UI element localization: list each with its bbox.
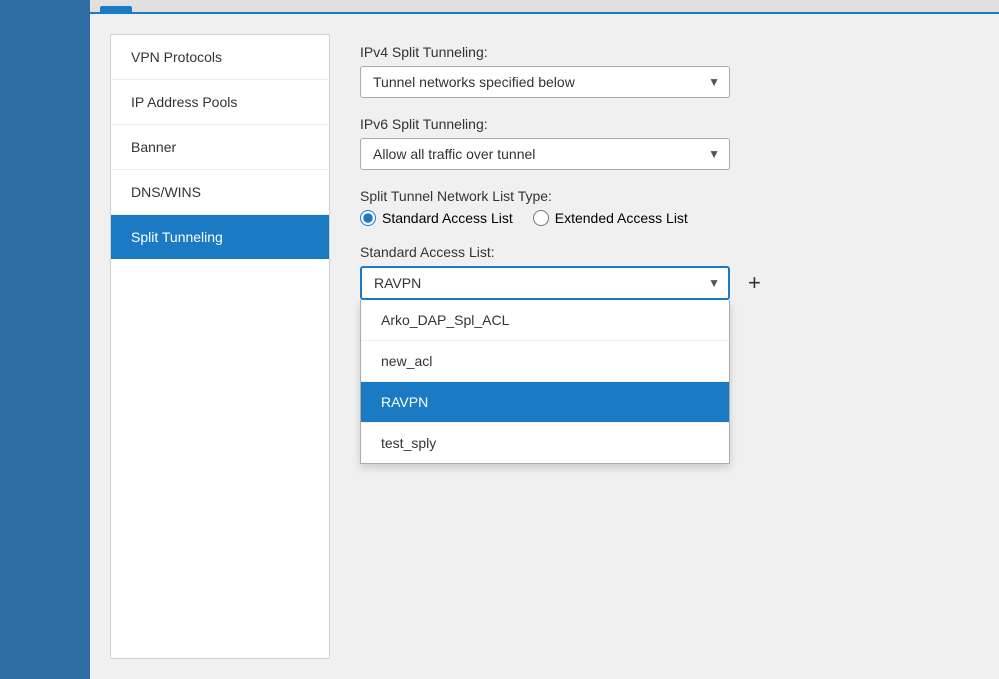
sidebar-item-banner[interactable]: Banner (111, 125, 329, 170)
dropdown-item-test-sply[interactable]: test_sply (361, 423, 729, 463)
active-tab[interactable] (100, 6, 132, 12)
dropdown-item-arko[interactable]: Arko_DAP_Spl_ACL (361, 300, 729, 341)
sidebar-item-ip-address-pools[interactable]: IP Address Pools (111, 80, 329, 125)
sidebar-item-vpn-protocols[interactable]: VPN Protocols (111, 35, 329, 80)
acl-select[interactable]: RAVPN (360, 266, 730, 300)
ipv6-select[interactable]: Allow all traffic over tunnel (360, 138, 730, 170)
radio-standard[interactable] (360, 210, 376, 226)
ipv4-select[interactable]: Tunnel networks specified below (360, 66, 730, 98)
standard-acl-row: RAVPN ▼ Arko_DAP_Spl_ACL new_acl (360, 266, 949, 300)
ipv6-label: IPv6 Split Tunneling: (360, 116, 949, 132)
ipv4-label: IPv4 Split Tunneling: (360, 44, 949, 60)
ipv4-group: IPv4 Split Tunneling: Tunnel networks sp… (360, 44, 949, 98)
standard-acl-label: Standard Access List: (360, 244, 949, 260)
radio-standard-label: Standard Access List (382, 210, 513, 226)
dropdown-item-ravpn[interactable]: RAVPN (361, 382, 729, 423)
dropdown-item-new-acl[interactable]: new_acl (361, 341, 729, 382)
radio-extended-label: Extended Access List (555, 210, 688, 226)
radio-group: Standard Access List Extended Access Lis… (360, 210, 949, 226)
acl-dropdown-list: Arko_DAP_Spl_ACL new_acl RAVPN test_sply (360, 300, 730, 464)
ipv6-group: IPv6 Split Tunneling: Allow all traffic … (360, 116, 949, 170)
sidebar-item-dns-wins[interactable]: DNS/WINS (111, 170, 329, 215)
top-bar (90, 0, 999, 14)
sidebar-nav: VPN Protocols IP Address Pools Banner DN… (110, 34, 330, 659)
ipv4-select-wrapper: Tunnel networks specified below ▼ (360, 66, 730, 98)
standard-acl-group: Standard Access List: RAVPN ▼ Arko_DAP_S… (360, 244, 949, 300)
radio-extended-option[interactable]: Extended Access List (533, 210, 688, 226)
form-area: IPv4 Split Tunneling: Tunnel networks sp… (330, 34, 979, 659)
network-list-type-group: Split Tunnel Network List Type: Standard… (360, 188, 949, 226)
ipv6-select-wrapper: Allow all traffic over tunnel ▼ (360, 138, 730, 170)
add-acl-button[interactable]: + (740, 268, 769, 298)
sidebar-item-split-tunneling[interactable]: Split Tunneling (111, 215, 329, 259)
radio-extended[interactable] (533, 210, 549, 226)
network-list-type-label: Split Tunnel Network List Type: (360, 188, 949, 204)
radio-standard-option[interactable]: Standard Access List (360, 210, 513, 226)
main-area: VPN Protocols IP Address Pools Banner DN… (90, 0, 999, 679)
acl-select-container: RAVPN ▼ Arko_DAP_Spl_ACL new_acl (360, 266, 730, 300)
left-sidebar-bar (0, 0, 90, 679)
content-area: VPN Protocols IP Address Pools Banner DN… (90, 14, 999, 679)
